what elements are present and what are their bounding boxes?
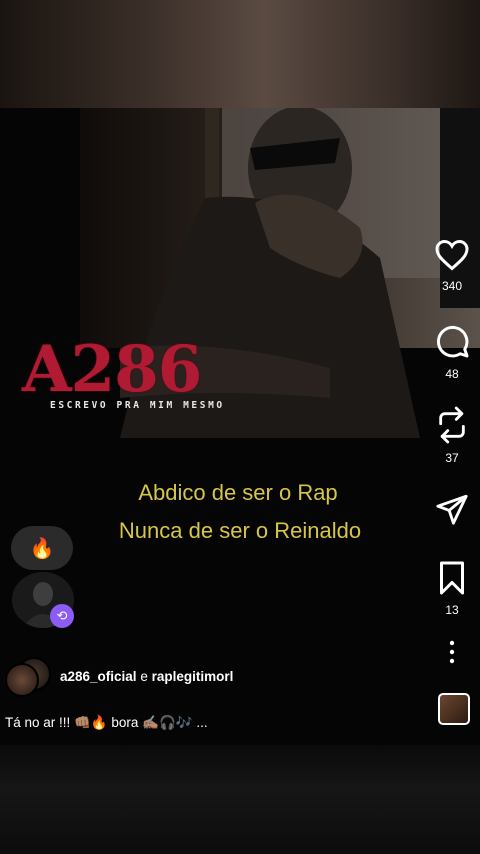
reaction-bubble[interactable]: 🔥 <box>11 526 73 570</box>
repost-icon <box>439 406 465 444</box>
account-names[interactable]: a286_oficial e raplegitimorl <box>60 669 233 684</box>
send-icon <box>436 494 468 525</box>
repost-button[interactable]: 37 <box>424 406 480 465</box>
repost-count: 37 <box>445 451 459 465</box>
album-logo: A286 <box>22 332 202 407</box>
heart-icon <box>435 239 469 271</box>
account-connector: e <box>140 669 148 684</box>
like-count: 340 <box>441 279 463 293</box>
comment-count: 48 <box>445 367 459 381</box>
post-caption[interactable]: Tá no ar !!! 👊🏽🔥 bora ✍🏽🎧🎶 ... <box>5 715 208 731</box>
share-button[interactable] <box>424 492 480 531</box>
album-subtitle: ESCREVO PRA MIM MESMO <box>50 400 225 411</box>
account-avatars[interactable] <box>5 657 51 697</box>
audio-track-thumbnail[interactable] <box>438 693 470 725</box>
more-options-button[interactable] <box>424 640 480 669</box>
avatar-first <box>5 663 39 697</box>
remix-badge[interactable]: ⟲ <box>50 604 74 628</box>
bookmark-icon <box>440 561 464 595</box>
like-button[interactable]: 340 <box>424 238 480 293</box>
album-cover-video[interactable]: A286 ESCREVO PRA MIM MESMO <box>0 108 480 745</box>
cover-artwork <box>0 108 480 745</box>
more-vertical-icon <box>449 640 455 664</box>
comment-button[interactable]: 48 <box>424 322 480 381</box>
lyric-line-1: Abdico de ser o Rap <box>138 480 338 505</box>
save-button[interactable]: 13 <box>424 560 480 617</box>
blurred-top-background <box>0 0 480 108</box>
blurred-bottom-background <box>0 745 480 854</box>
account-name-second[interactable]: raplegitimorl <box>152 669 234 684</box>
remix-icon: ⟲ <box>56 608 68 623</box>
save-count: 13 <box>445 603 459 617</box>
lyric-line-2: Nunca de ser o Reinaldo <box>118 518 362 543</box>
comment-icon <box>436 325 469 358</box>
fire-icon: 🔥 <box>29 537 55 560</box>
account-name-first[interactable]: a286_oficial <box>60 669 137 684</box>
